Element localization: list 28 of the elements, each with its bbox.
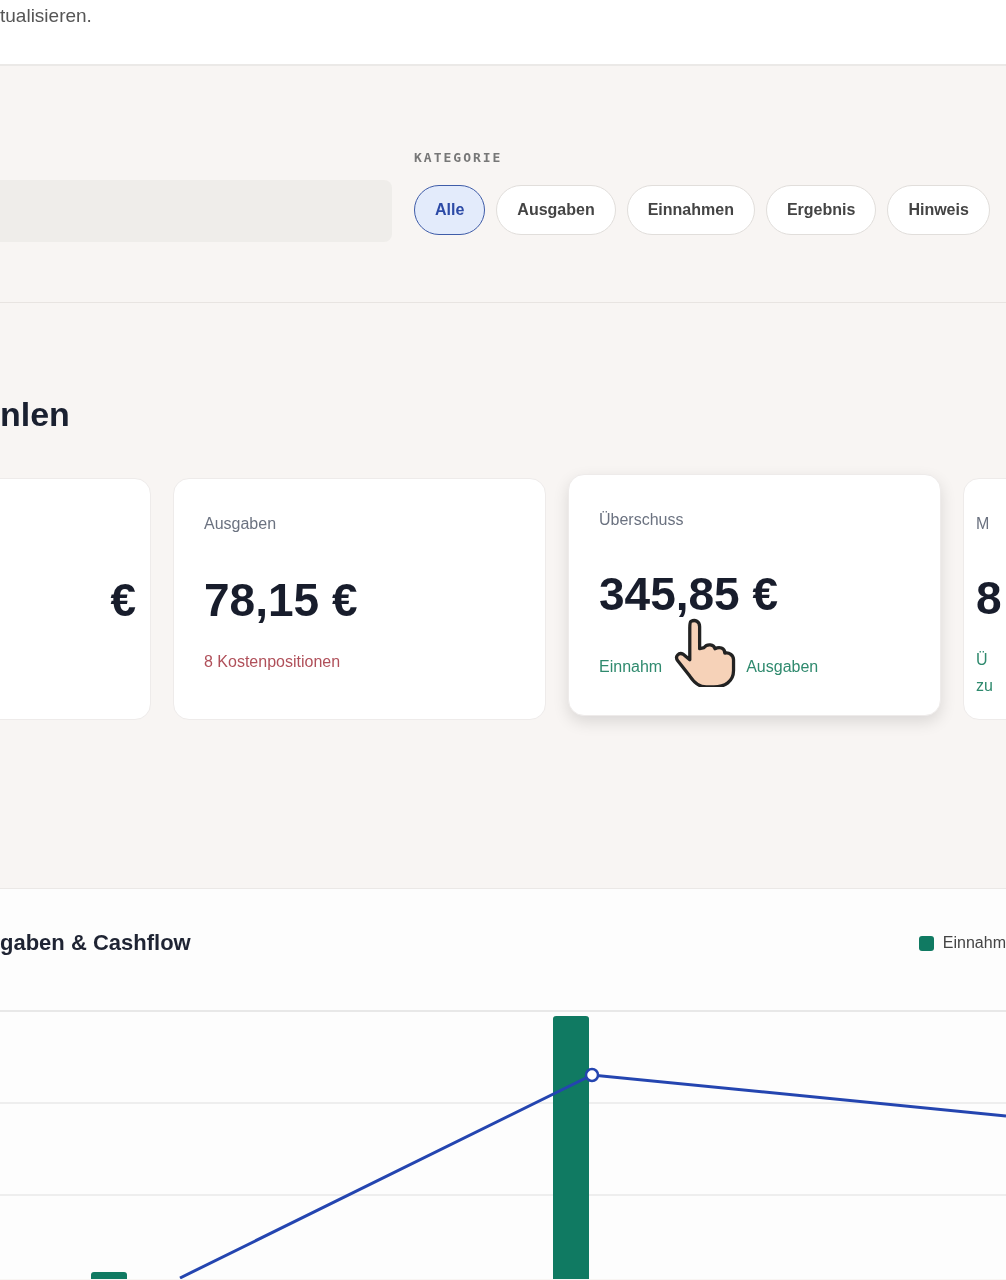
chart-point [584,1067,600,1083]
stat-value: € [109,573,136,627]
stat-note: zu [976,677,994,695]
stat-note: 8 Kostenpositionen [204,653,342,671]
category-chip[interactable]: Ausgaben [496,185,616,235]
stat-label: Überschuss [599,511,685,529]
chart-title: gaben & Cashflow [0,930,191,956]
category-chip[interactable]: Alle [414,185,486,235]
stat-note: Ü [976,651,989,669]
stat-note: Einnahm [599,658,663,676]
section-heading: nlen [0,395,71,434]
stat-card[interactable]: € [0,478,151,720]
category-chip[interactable]: Hinweis [887,185,990,235]
category-label: KATEGORIE [414,150,504,165]
stat-card[interactable]: M 8 Ü zu [963,478,1006,720]
stat-value: 8 [976,571,1003,625]
intro-text: tualisieren. [0,4,93,27]
stat-value: 78,15 € [204,573,359,627]
stat-card[interactable]: Ausgaben 78,15 € 8 Kostenpositionen [173,478,546,720]
stat-note: Ausgaben [746,658,819,676]
legend-label: Einnahm [942,934,1006,952]
category-chip[interactable]: Einnahmen [626,185,755,235]
stat-label: M [976,515,991,533]
category-chip[interactable]: Ergebnis [765,185,877,235]
stat-card[interactable]: Überschuss 345,85 € Einnahm Ausgaben [568,474,941,716]
stat-value: 345,85 € [599,567,780,621]
chart-bar [91,1272,127,1279]
stat-label: Ausgaben [204,515,278,534]
